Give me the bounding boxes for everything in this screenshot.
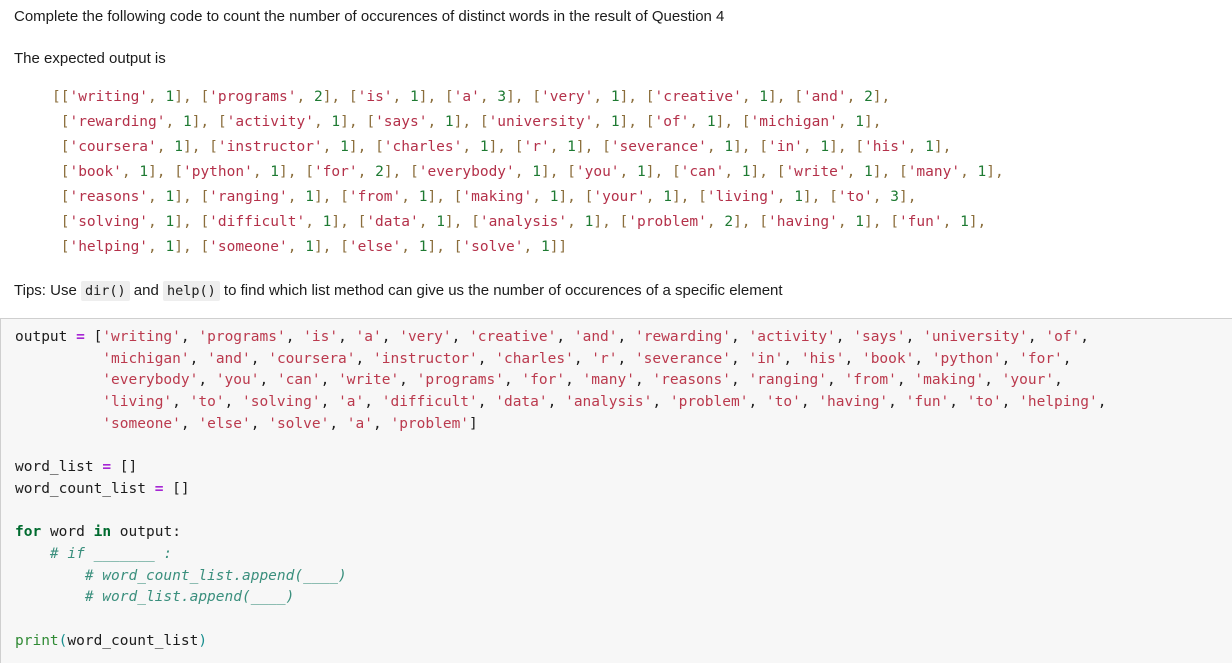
- expected-output-line: ['helping', 1], ['someone', 1], ['else',…: [52, 239, 568, 255]
- code-line: # word_count_list.append(____): [84, 567, 347, 584]
- code-line: 'michigan', 'and', 'coursera', 'instruct…: [102, 350, 1072, 367]
- instruction-text: Complete the following code to count the…: [14, 8, 725, 25]
- code-line: print(word_count_list): [15, 632, 208, 649]
- expected-output-line: ['coursera', 1], ['instructor', 1], ['ch…: [52, 139, 952, 155]
- tips-suffix: to find which list method can give us th…: [219, 282, 783, 299]
- inline-code-help: help(): [162, 281, 220, 301]
- code-line: word_list = []: [15, 459, 138, 476]
- code-line: 'everybody', 'you', 'can', 'write', 'pro…: [102, 372, 1063, 389]
- code-editor-cell[interactable]: output = ['writing', 'programs', 'is', '…: [0, 318, 1232, 663]
- expected-output-block: [['writing', 1], ['programs', 2], ['is',…: [0, 67, 1232, 260]
- inline-code-dir: dir(): [80, 281, 130, 301]
- tips-middle: and: [129, 282, 163, 299]
- tips-prefix: Tips: Use: [14, 282, 81, 299]
- expected-output-line: ['solving', 1], ['difficult', 1], ['data…: [52, 214, 987, 230]
- expected-output-label: The expected output is: [14, 50, 166, 67]
- code-line: 'someone', 'else', 'solve', 'a', 'proble…: [102, 415, 478, 432]
- expected-output-line: ['rewarding', 1], ['activity', 1], ['say…: [52, 114, 882, 130]
- code-line: # word_list.append(____): [84, 589, 295, 606]
- tips-text: Tips: Use dir() and help() to find which…: [0, 260, 1232, 301]
- code-line: for word in output:: [15, 524, 181, 541]
- code-line: word_count_list = []: [15, 480, 190, 497]
- code-line: # if _______ :: [49, 546, 173, 563]
- expected-output-line: ['book', 1], ['python', 1], ['for', 2], …: [52, 164, 1004, 180]
- code-line: output = ['writing', 'programs', 'is', '…: [15, 329, 1090, 345]
- expected-output-line: [['writing', 1], ['programs', 2], ['is',…: [52, 89, 891, 105]
- expected-output-line: ['reasons', 1], ['ranging', 1], ['from',…: [52, 189, 917, 205]
- question-page: Complete the following code to count the…: [0, 0, 1232, 663]
- code-line: 'living', 'to', 'solving', 'a', 'difficu…: [102, 394, 1107, 411]
